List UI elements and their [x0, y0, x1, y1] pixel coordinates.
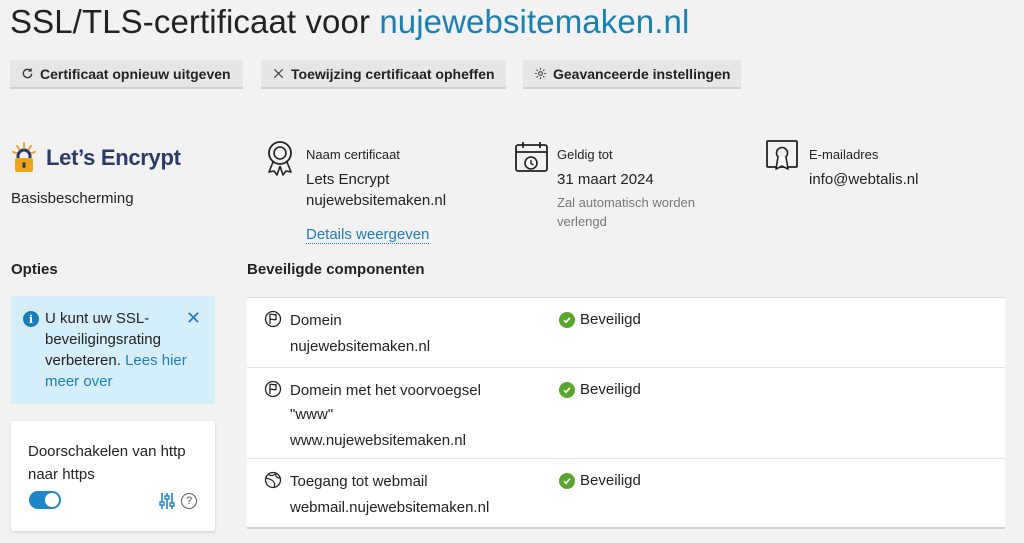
settings-sliders-icon[interactable] [158, 492, 176, 510]
email-value: info@webtalis.nl [809, 171, 919, 188]
info-icon: i [23, 311, 39, 327]
status-text: Beveiligd [580, 381, 641, 398]
certificate-name-line2: nujewebsitemaken.nl [306, 192, 447, 209]
advanced-settings-label: Geavanceerde instellingen [553, 65, 731, 82]
certificate-name-label: Naam certificaat [306, 147, 400, 162]
valid-until-label: Geldig tot [557, 147, 613, 162]
status-badge: Beveiligd [559, 472, 641, 489]
reissue-certificate-label: Certificaat opnieuw uitgeven [40, 65, 231, 82]
certificate-name-line1: Lets Encrypt [306, 171, 390, 188]
email-label: E-mailadres [809, 147, 879, 162]
unassign-certificate-button[interactable]: Toewijzing certificaat opheffen [261, 60, 506, 89]
page-title-domain: nujewebsitemaken.nl [379, 3, 690, 40]
globe-icon [264, 471, 282, 489]
check-circle-icon [559, 472, 575, 489]
secured-components-heading: Beveiligde componenten [247, 261, 425, 278]
https-redirect-label: Doorschakelen van http naar https [28, 443, 186, 483]
https-redirect-toggle[interactable] [29, 491, 61, 509]
table-row: Domein nujewebsitemaken.nl Beveiligd [247, 298, 1005, 368]
https-redirect-card: Doorschakelen van http naar https ? [11, 421, 215, 531]
page-title-prefix: SSL/TLS-certificaat voor [10, 3, 380, 40]
help-icon[interactable]: ? [181, 493, 197, 509]
component-host: www.nujewebsitemaken.nl [290, 432, 466, 449]
reissue-certificate-button[interactable]: Certificaat opnieuw uitgeven [10, 60, 243, 89]
status-badge: Beveiligd [559, 381, 641, 398]
domain-flag-icon [264, 310, 282, 328]
status-badge: Beveiligd [559, 311, 641, 328]
auto-renew-note: Zal automatisch worden verlengd [557, 195, 696, 229]
gear-icon [534, 67, 547, 80]
security-rating-notice: i U kunt uw SSL-beveiligingsrating verbe… [11, 296, 215, 404]
component-title: Toegang tot webmail [290, 473, 428, 490]
component-name: Toegang tot webmail webmail.nujewebsitem… [290, 470, 530, 520]
unassign-certificate-label: Toewijzing certificaat opheffen [291, 65, 495, 82]
secured-components-table: Domein nujewebsitemaken.nl Beveiligd Dom… [247, 297, 1005, 529]
table-row: Domein met het voorvoegsel "www" www.nuj… [247, 368, 1005, 459]
status-text: Beveiligd [580, 311, 641, 328]
component-host: nujewebsitemaken.nl [290, 338, 431, 355]
valid-until-date: 31 maart 2024 [557, 171, 654, 188]
status-text: Beveiligd [580, 472, 641, 489]
domain-flag-icon [264, 380, 282, 398]
certificate-badge-icon [766, 140, 798, 170]
refresh-icon [22, 68, 33, 79]
award-icon [268, 141, 292, 176]
check-circle-icon [559, 381, 575, 398]
advanced-settings-button[interactable]: Geavanceerde instellingen [523, 60, 741, 89]
close-icon [273, 68, 284, 79]
table-row: Toegang tot webmail webmail.nujewebsitem… [247, 459, 1005, 529]
component-title: Domein met het voorvoegsel "www" [290, 382, 481, 423]
close-notice-icon[interactable]: ✕ [186, 309, 201, 327]
details-link[interactable]: Details weergeven [306, 226, 430, 244]
component-name: Domein nujewebsitemaken.nl [290, 309, 530, 359]
check-circle-icon [559, 311, 575, 328]
protection-level: Basisbescherming [11, 190, 134, 207]
options-heading: Opties [11, 261, 58, 278]
calendar-clock-icon [515, 142, 548, 172]
lets-encrypt-logo-text: Let’s Encrypt [46, 145, 181, 170]
lets-encrypt-logo: Let’s Encrypt [10, 142, 181, 174]
component-host: webmail.nujewebsitemaken.nl [290, 499, 490, 516]
page-title: SSL/TLS-certificaat voor nujewebsitemake… [10, 3, 689, 41]
component-title: Domein [290, 312, 342, 329]
component-name: Domein met het voorvoegsel "www" www.nuj… [290, 379, 515, 453]
padlock-sun-icon [12, 142, 36, 172]
